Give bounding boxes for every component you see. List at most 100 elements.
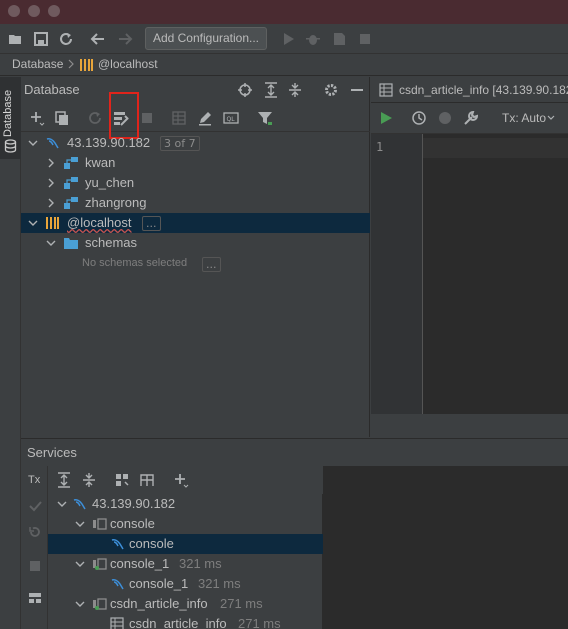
open-folder-icon[interactable]: [8, 31, 24, 47]
stop-icon[interactable]: [357, 31, 373, 47]
tree-row-schema[interactable]: zhangrong: [21, 193, 370, 213]
collapse-all-icon[interactable]: [81, 472, 97, 488]
main-toolbar: Add Configuration...: [0, 24, 568, 54]
tree-row-datasource-localhost[interactable]: @localhost ...: [21, 213, 370, 233]
chevron-right-icon: [68, 59, 74, 69]
filter-tree-icon[interactable]: [139, 472, 155, 488]
session-active-icon: [92, 558, 108, 570]
stop-icon[interactable]: [139, 110, 155, 126]
layout-icon[interactable]: [28, 591, 42, 605]
close-window-button[interactable]: [8, 5, 20, 17]
chevron-right-icon[interactable]: [45, 197, 57, 209]
chevron-down-icon[interactable]: [74, 558, 86, 570]
line-number-gutter: 1: [371, 134, 423, 414]
chevron-right-icon[interactable]: [45, 177, 57, 189]
gear-icon[interactable]: [323, 82, 339, 98]
back-arrow-icon[interactable]: [90, 31, 106, 47]
chevron-down-icon[interactable]: [27, 137, 39, 149]
breadcrumb-root[interactable]: Database: [12, 57, 63, 71]
refresh-icon[interactable]: [87, 110, 103, 126]
mysql-icon: [72, 496, 88, 512]
database-icon: [4, 139, 17, 153]
chevron-down-icon[interactable]: [45, 237, 57, 249]
services-output-area: [323, 466, 568, 629]
chevron-down-icon[interactable]: [74, 598, 86, 610]
forward-arrow-icon[interactable]: [117, 31, 133, 47]
editor-tab-title[interactable]: csdn_article_info [43.139.90.182: [399, 83, 568, 97]
database-tool-tab-label: Database: [2, 89, 14, 137]
sql-editor[interactable]: 1: [371, 134, 568, 438]
tx-mode-dropdown[interactable]: Tx: Auto: [502, 111, 546, 125]
editor-status-strip: [371, 414, 568, 438]
service-row-table[interactable]: csdn_article_info 271 ms: [48, 614, 323, 629]
service-row-session[interactable]: csdn_article_info 271 ms: [48, 594, 323, 614]
history-icon[interactable]: [411, 110, 427, 126]
chevron-down-icon[interactable]: [547, 115, 555, 121]
chevron-down-icon[interactable]: [27, 217, 39, 229]
collapse-all-icon[interactable]: [287, 82, 303, 98]
group-by-icon[interactable]: [115, 472, 131, 488]
locate-target-icon[interactable]: [237, 82, 253, 98]
chevron-down-icon[interactable]: [56, 498, 68, 510]
table-view-icon[interactable]: [171, 110, 187, 126]
tree-row-datasource-remote[interactable]: 43.139.90.182 3 of 7: [21, 133, 370, 153]
sql-console-icon[interactable]: QL: [223, 110, 239, 126]
duplicate-icon[interactable]: [54, 110, 70, 126]
more-button[interactable]: ...: [142, 216, 161, 231]
more-button[interactable]: ...: [202, 257, 221, 272]
save-icon[interactable]: [33, 31, 49, 47]
current-line-highlight: [423, 138, 568, 158]
service-time: 321 ms: [179, 556, 222, 571]
database-panel: Database QL 43.139.90.182 3 of 7 kwan yu…: [21, 77, 370, 437]
mysql-icon: [45, 135, 61, 151]
service-row-session[interactable]: console_1 321 ms: [48, 554, 323, 574]
tree-row-schemas-folder[interactable]: schemas: [21, 233, 370, 253]
debug-icon[interactable]: [305, 31, 321, 47]
service-label: console: [129, 536, 174, 551]
highlight-box: [109, 92, 139, 139]
breadcrumb-current[interactable]: @localhost: [98, 57, 158, 71]
database-panel-title: Database: [24, 82, 80, 97]
breadcrumb: Database @localhost: [0, 54, 568, 76]
wrench-icon[interactable]: [463, 110, 479, 126]
commit-icon[interactable]: [437, 110, 453, 126]
add-datasource-icon[interactable]: [29, 110, 45, 126]
run-icon[interactable]: [280, 31, 296, 47]
filter-icon[interactable]: [257, 110, 273, 126]
tree-row-schema[interactable]: kwan: [21, 153, 370, 173]
service-row-session[interactable]: console: [48, 514, 323, 534]
service-row-datasource[interactable]: 43.139.90.182: [48, 494, 323, 514]
execute-icon[interactable]: [379, 111, 393, 125]
zoom-window-button[interactable]: [48, 5, 60, 17]
service-row-console[interactable]: console: [48, 534, 323, 554]
coverage-icon[interactable]: [331, 31, 347, 47]
chevron-right-icon[interactable]: [45, 157, 57, 169]
expand-all-icon[interactable]: [56, 472, 72, 488]
stop-icon[interactable]: [28, 559, 42, 573]
add-service-icon[interactable]: [173, 472, 189, 488]
tree-row-schema[interactable]: yu_chen: [21, 173, 370, 193]
datasource-label: 43.139.90.182: [67, 135, 151, 150]
rollback-icon[interactable]: [28, 525, 42, 539]
mysql-console-icon: [110, 576, 126, 592]
service-row-console[interactable]: console_1 321 ms: [48, 574, 323, 594]
commit-check-icon[interactable]: [28, 499, 42, 513]
table-icon: [379, 83, 393, 97]
sync-icon[interactable]: [58, 31, 74, 47]
minimize-window-button[interactable]: [28, 5, 40, 17]
chevron-down-icon[interactable]: [74, 518, 86, 530]
edit-pencil-icon[interactable]: [197, 110, 213, 126]
session-icon: [92, 518, 108, 530]
add-configuration-button[interactable]: Add Configuration...: [145, 27, 267, 50]
expand-all-icon[interactable]: [263, 82, 279, 98]
database-tool-tab[interactable]: Database: [0, 77, 21, 159]
tx-toggle[interactable]: Tx: [28, 474, 40, 486]
tree-row-no-schemas: No schemas selected ...: [21, 254, 370, 274]
hide-panel-icon[interactable]: [349, 82, 365, 98]
editor-tab-bar: csdn_article_info [43.139.90.182: [371, 77, 568, 103]
services-panel-title: Services: [27, 445, 77, 460]
service-label: console: [110, 516, 155, 531]
service-time: 271 ms: [220, 596, 263, 611]
service-label: console_1: [110, 556, 170, 571]
services-side-toolbar: Tx: [21, 466, 48, 629]
